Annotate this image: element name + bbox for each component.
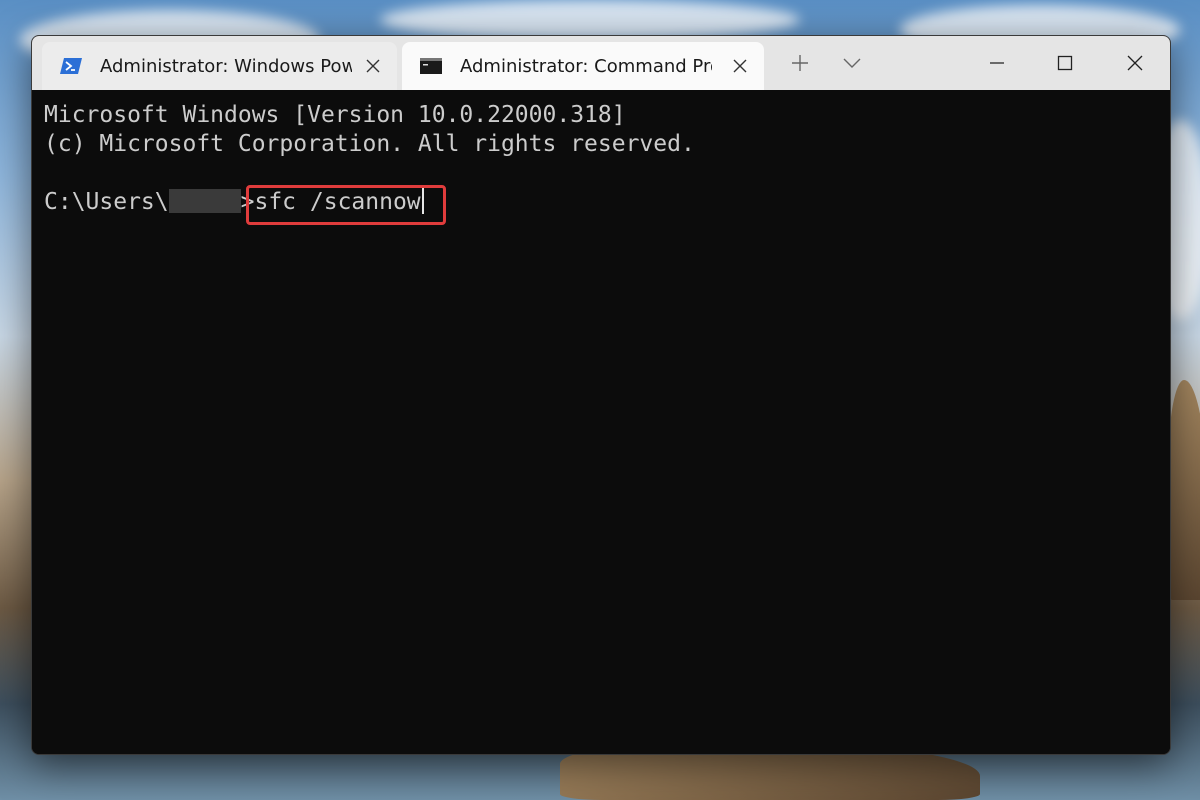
chevron-down-icon (843, 58, 861, 68)
redacted-username (168, 189, 241, 213)
cmd-icon (420, 58, 442, 74)
console-output[interactable]: Microsoft Windows [Version 10.0.22000.31… (32, 90, 1170, 754)
console-line-version: Microsoft Windows [Version 10.0.22000.31… (44, 102, 626, 128)
plus-icon (792, 55, 808, 71)
new-tab-button[interactable] (777, 44, 823, 82)
maximize-icon (1057, 55, 1073, 71)
tab-powershell[interactable]: Administrator: Windows PowerShell (42, 42, 397, 90)
minimize-button[interactable] (974, 44, 1020, 82)
powershell-icon (60, 58, 82, 74)
close-icon (1127, 55, 1143, 71)
prompt-prefix: C:\Users\ (44, 189, 169, 215)
command-highlight-box (246, 185, 446, 225)
minimize-icon (990, 62, 1004, 64)
close-icon[interactable] (728, 54, 752, 78)
close-icon[interactable] (361, 54, 385, 78)
tab-powershell-title: Administrator: Windows PowerShell (100, 55, 352, 77)
title-bar: Administrator: Windows PowerShell Admini… (32, 36, 1170, 90)
tab-dropdown-button[interactable] (829, 44, 875, 82)
tab-command-prompt-title: Administrator: Command Prompt (460, 55, 712, 77)
maximize-button[interactable] (1042, 44, 1088, 82)
console-line-copyright: (c) Microsoft Corporation. All rights re… (44, 131, 695, 157)
terminal-window: Administrator: Windows PowerShell Admini… (31, 35, 1171, 755)
close-window-button[interactable] (1112, 44, 1158, 82)
tab-command-prompt[interactable]: Administrator: Command Prompt (402, 42, 764, 90)
